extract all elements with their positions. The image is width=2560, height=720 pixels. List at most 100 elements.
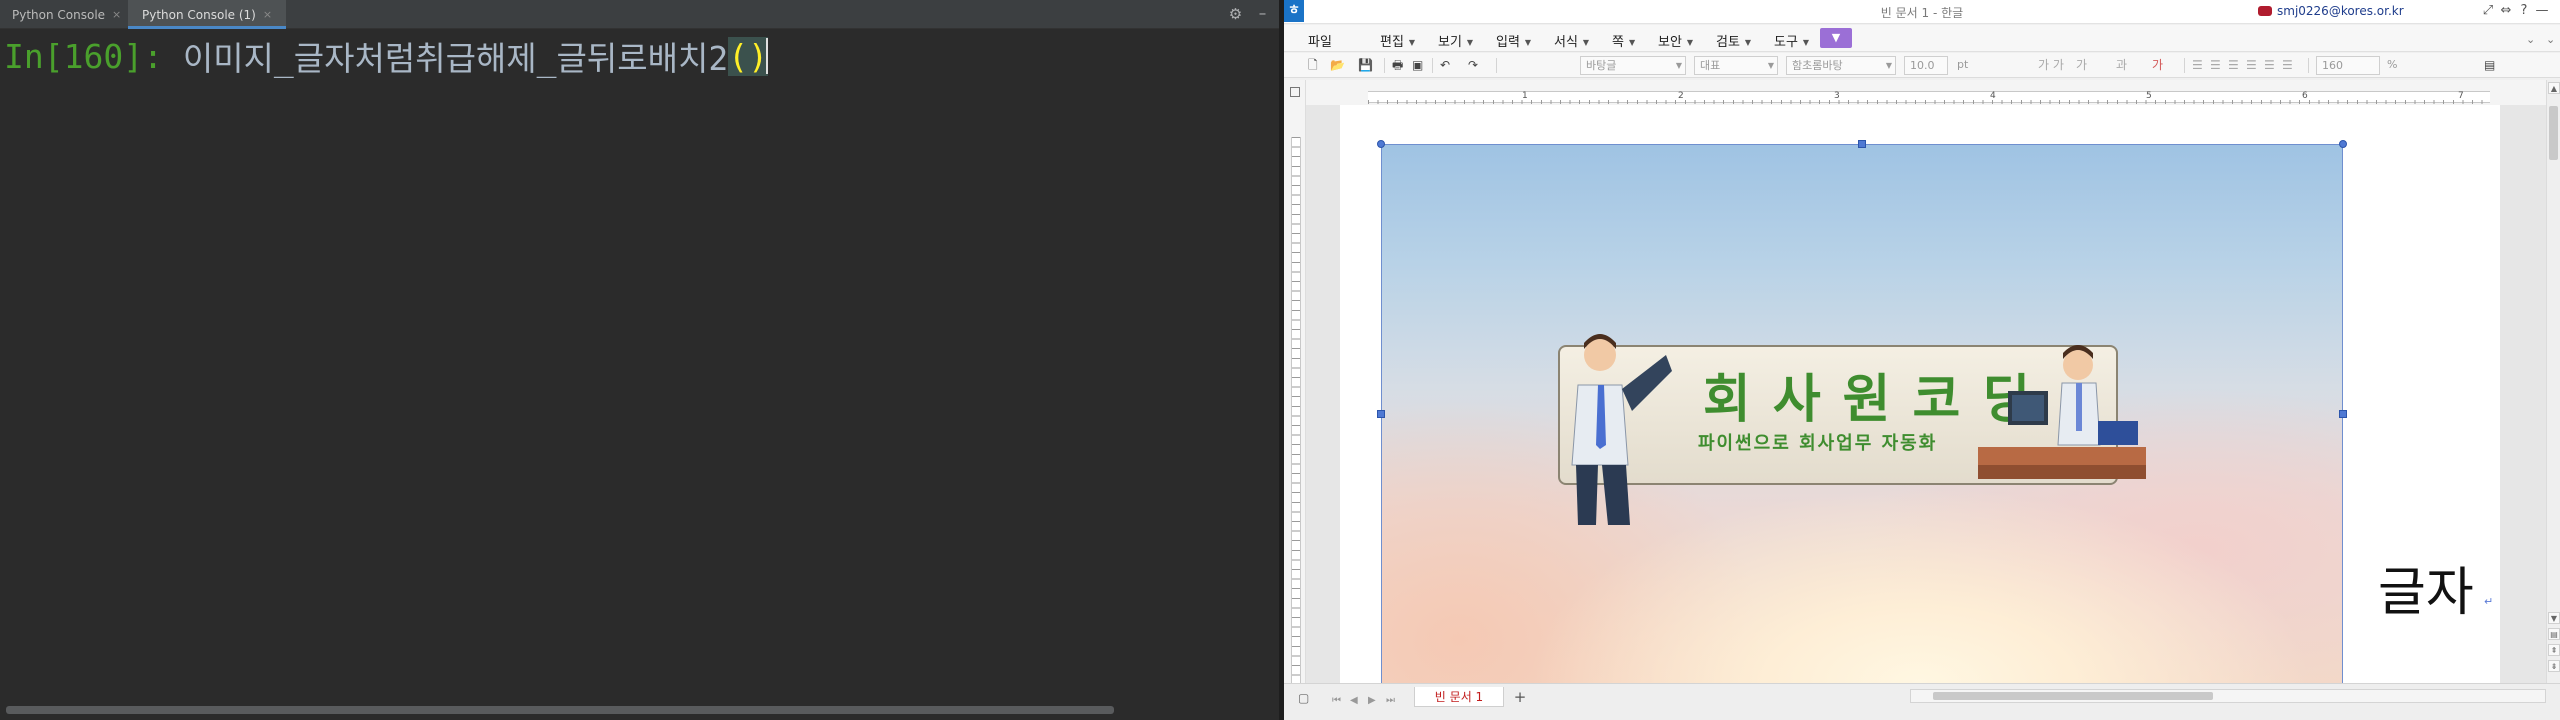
open-folder-icon[interactable]: 📂: [1330, 57, 1345, 74]
next-page-icon[interactable]: ⇟: [2548, 660, 2560, 672]
extension-menu-icon[interactable]: ▼: [1820, 28, 1852, 48]
account-info[interactable]: smj0226@kores.or.kr: [2258, 4, 2404, 18]
console-horizontal-scrollbar[interactable]: [6, 706, 1114, 714]
font-select[interactable]: 함초롬바탕 ▼: [1786, 56, 1896, 75]
tab-python-console-1[interactable]: Python Console (1) ×: [128, 0, 287, 29]
document-workspace[interactable]: 회사원코딩 파이썬으로 회사업무 자동화 글자 ↵: [1306, 105, 2546, 683]
minimize-icon[interactable]: –: [1254, 6, 1271, 23]
prev-sheet-icon[interactable]: ◀: [1350, 695, 1358, 706]
align-split-icon[interactable]: ☰: [2282, 57, 2293, 74]
resize-handle-left[interactable]: [1377, 410, 1385, 418]
console-tab-bar: Python Console × Python Console (1) × ⚙ …: [0, 0, 1279, 29]
selected-image[interactable]: 회사원코딩 파이썬으로 회사업무 자동화: [1381, 144, 2343, 683]
redo-icon[interactable]: ↷: [1468, 57, 1478, 74]
save-icon[interactable]: 💾: [1358, 57, 1373, 74]
restore-layout-icon[interactable]: ⇔: [2498, 3, 2514, 19]
page-view-icon[interactable]: ▤: [2548, 628, 2560, 640]
standing-man-illustration: [1571, 334, 1672, 525]
align-distribute-icon[interactable]: ☰: [2264, 57, 2275, 74]
chevron-down-icon: ▼: [1466, 38, 1474, 47]
resize-handle-right[interactable]: [2339, 410, 2347, 418]
zoom-unit-value: %: [2387, 58, 2398, 71]
paragraph-mark: ↵: [2484, 595, 2494, 608]
undo-icon[interactable]: ↶: [1440, 57, 1450, 74]
minimize-button[interactable]: —: [2534, 3, 2550, 19]
chevron-down-icon: ▼: [1675, 61, 1682, 70]
first-sheet-icon[interactable]: ⏮: [1332, 695, 1341, 706]
zoom-input[interactable]: 160: [2316, 56, 2380, 75]
font-size-unit[interactable]: pt: [1952, 56, 1984, 75]
fullscreen-icon[interactable]: ⤢: [2480, 3, 2496, 19]
resize-handle-top-right[interactable]: [2339, 140, 2347, 148]
ruler-corner[interactable]: [1284, 80, 1306, 105]
menu-format[interactable]: 서식 ▼: [1554, 31, 1589, 50]
last-sheet-icon[interactable]: ⏭: [1386, 695, 1395, 706]
chevron-down-icon: ▼: [1582, 38, 1590, 47]
document-tab[interactable]: 빈 문서 1: [1414, 687, 1504, 707]
console-input-line[interactable]: In[160]: 이미지_글자처럼취급해제_글뒤로배치2 (): [4, 34, 768, 78]
chevron-down-icon[interactable]: ⌄: [2546, 33, 2555, 46]
menu-security[interactable]: 보안 ▼: [1658, 31, 1693, 50]
help-icon[interactable]: ?: [2516, 3, 2532, 19]
menu-label: 편집: [1380, 35, 1404, 50]
resize-handle-top[interactable]: [1858, 140, 1866, 148]
prompt-label: In[160]:: [4, 36, 163, 76]
close-icon[interactable]: ×: [263, 8, 272, 21]
menu-view[interactable]: 보기 ▼: [1438, 31, 1473, 50]
scrollbar-thumb[interactable]: [1933, 692, 2213, 700]
language-select[interactable]: 대표 ▼: [1694, 56, 1778, 75]
print-icon[interactable]: 🖶: [1392, 57, 1403, 74]
gear-icon[interactable]: ⚙: [1227, 6, 1244, 23]
next-sheet-icon[interactable]: ▶: [1368, 695, 1376, 706]
menu-tools[interactable]: 도구 ▼: [1774, 31, 1809, 50]
command-text: 이미지_글자처럼취급해제_글뒤로배치2: [182, 39, 729, 78]
horizontal-scrollbar[interactable]: [1910, 689, 2546, 703]
horizontal-ruler[interactable]: 1 2 3 4 5 6 7: [1306, 80, 2546, 105]
zoom-unit[interactable]: %: [2382, 56, 2410, 75]
chevron-down-icon[interactable]: ⌄: [2526, 33, 2535, 46]
align-justify-icon[interactable]: ☰: [2246, 57, 2257, 74]
toolbar-divider: [2308, 58, 2309, 73]
menu-insert[interactable]: 입력 ▼: [1496, 31, 1531, 50]
ruler-number: 2: [1678, 91, 1684, 101]
font-color-icon[interactable]: 가: [2152, 57, 2163, 74]
menu-edit[interactable]: 편집 ▼: [1380, 31, 1415, 50]
resize-handle-top-left[interactable]: [1377, 140, 1385, 148]
document-page[interactable]: 회사원코딩 파이썬으로 회사업무 자동화 글자 ↵: [1340, 105, 2500, 683]
scroll-down-icon[interactable]: ▼: [2548, 612, 2560, 624]
style-select[interactable]: 바탕글 ▼: [1580, 56, 1686, 75]
vertical-scrollbar[interactable]: ▲ ▼ ▤ ⇞ ⇟: [2546, 80, 2560, 683]
close-icon[interactable]: ×: [112, 8, 121, 21]
new-document-icon[interactable]: 🗋: [1308, 57, 1318, 74]
menu-review[interactable]: 검토 ▼: [1716, 31, 1751, 50]
desk-worker-illustration: [1978, 345, 2146, 479]
print-preview-icon[interactable]: ▣: [1412, 57, 1423, 74]
align-left-icon[interactable]: ☰: [2192, 57, 2203, 74]
zoom-value: 160: [2322, 59, 2343, 72]
vertical-ruler[interactable]: [1284, 105, 1306, 683]
prev-page-icon[interactable]: ⇞: [2548, 644, 2560, 656]
scrollbar-thumb[interactable]: [2549, 106, 2558, 160]
align-center-icon[interactable]: ☰: [2210, 57, 2221, 74]
tab-python-console[interactable]: Python Console ×: [12, 0, 121, 29]
ruler-track: [1291, 137, 1301, 683]
menu-label: 파일: [1308, 35, 1332, 50]
menu-file[interactable]: 파일: [1308, 31, 1332, 50]
align-right-icon[interactable]: ☰: [2228, 57, 2239, 74]
superscript-icon[interactable]: 과: [2116, 57, 2127, 74]
scroll-up-icon[interactable]: ▲: [2548, 82, 2560, 94]
document-text[interactable]: 글자: [2378, 550, 2474, 625]
ruler-number: 5: [2146, 91, 2152, 101]
char-spacing-icon[interactable]: 가 가: [2038, 57, 2064, 74]
status-bar: ▢ ⏮ ◀ ▶ ⏭ 빈 문서 1 +: [1284, 683, 2560, 720]
font-size-input[interactable]: 10.0: [1904, 56, 1948, 75]
add-tab-icon[interactable]: +: [1510, 687, 1530, 707]
menu-label: 검토: [1716, 35, 1740, 50]
banner-graphic: 회사원코딩 파이썬으로 회사업무 자동화: [1558, 334, 2146, 525]
menu-page[interactable]: 쪽 ▼: [1612, 31, 1635, 50]
toolbox-toggle-icon[interactable]: ▤: [2484, 57, 2495, 74]
unit-value: pt: [1957, 58, 1969, 71]
underline-icon[interactable]: 가: [2076, 57, 2087, 74]
page-view-toggle-icon[interactable]: ▢: [1298, 691, 1309, 705]
